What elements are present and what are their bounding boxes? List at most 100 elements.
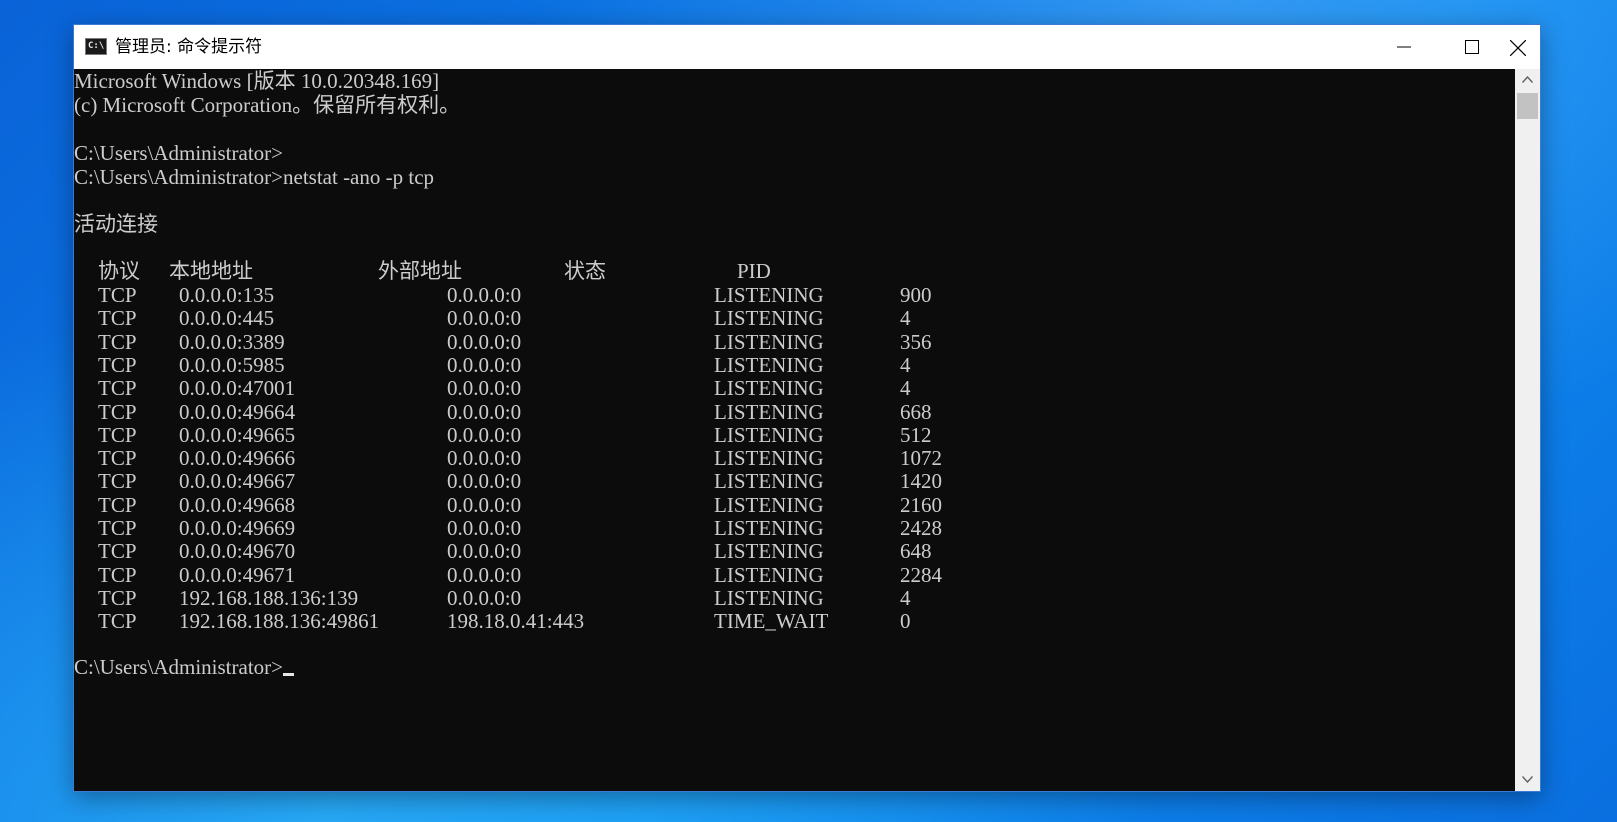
cell-pid: 668 bbox=[900, 400, 932, 424]
cell-foreign-address: 0.0.0.0:0 bbox=[447, 586, 522, 610]
table-row: TCP 0.0.0.0:445 0.0.0.0:0 LISTENING 4 bbox=[74, 306, 1074, 330]
chevron-down-icon bbox=[1522, 776, 1533, 783]
vertical-scrollbar[interactable] bbox=[1515, 69, 1540, 791]
table-row: TCP 0.0.0.0:49665 0.0.0.0:0 LISTENING 512 bbox=[74, 423, 1074, 447]
cell-state: LISTENING bbox=[714, 469, 824, 493]
cell-state: LISTENING bbox=[714, 446, 824, 470]
cell-foreign-address: 0.0.0.0:0 bbox=[447, 516, 522, 540]
cell-local-address: 0.0.0.0:49671 bbox=[179, 563, 296, 587]
cell-local-address: 0.0.0.0:445 bbox=[179, 306, 275, 330]
prompt-line: C:\Users\Administrator> bbox=[74, 141, 283, 165]
cmd-app-icon[interactable]: C:\ bbox=[85, 38, 107, 55]
cell-state: LISTENING bbox=[714, 423, 824, 447]
table-row: TCP 0.0.0.0:3389 0.0.0.0:0 LISTENING 356 bbox=[74, 330, 1074, 354]
cell-local-address: 0.0.0.0:49664 bbox=[179, 400, 296, 424]
cell-foreign-address: 0.0.0.0:0 bbox=[447, 563, 522, 587]
cell-proto: TCP bbox=[98, 400, 137, 424]
scrollbar-thumb[interactable] bbox=[1517, 93, 1538, 119]
cell-proto: TCP bbox=[98, 469, 137, 493]
cell-state: LISTENING bbox=[714, 283, 824, 307]
table-row: TCP 0.0.0.0:49669 0.0.0.0:0 LISTENING 2428 bbox=[74, 516, 1074, 540]
cell-proto: TCP bbox=[98, 330, 137, 354]
cell-proto: TCP bbox=[98, 306, 137, 330]
cell-pid: 4 bbox=[900, 306, 911, 330]
final-prompt-line: C:\Users\Administrator> bbox=[74, 655, 294, 679]
cell-foreign-address: 0.0.0.0:0 bbox=[447, 446, 522, 470]
cell-proto: TCP bbox=[98, 609, 137, 633]
console-output[interactable]: Microsoft Windows [版本 10.0.20348.169] (c… bbox=[74, 69, 1515, 791]
cell-state: TIME_WAIT bbox=[714, 609, 829, 633]
cell-proto: TCP bbox=[98, 446, 137, 470]
cell-local-address: 0.0.0.0:49670 bbox=[179, 539, 296, 563]
cell-foreign-address: 0.0.0.0:0 bbox=[447, 423, 522, 447]
cell-local-address: 0.0.0.0:49667 bbox=[179, 469, 296, 493]
table-row: TCP 0.0.0.0:49671 0.0.0.0:0 LISTENING 2284 bbox=[74, 563, 1074, 587]
cell-proto: TCP bbox=[98, 516, 137, 540]
maximize-button[interactable] bbox=[1438, 25, 1506, 69]
cell-pid: 356 bbox=[900, 330, 932, 354]
cell-proto: TCP bbox=[98, 539, 137, 563]
cell-proto: TCP bbox=[98, 493, 137, 517]
table-row: TCP 0.0.0.0:135 0.0.0.0:0 LISTENING 900 bbox=[74, 283, 1074, 307]
header-state: 状态 bbox=[564, 259, 606, 283]
cell-local-address: 192.168.188.136:139 bbox=[179, 586, 359, 610]
banner-line: Microsoft Windows [版本 10.0.20348.169] bbox=[74, 69, 440, 93]
cell-state: LISTENING bbox=[714, 516, 824, 540]
scroll-up-button[interactable] bbox=[1515, 69, 1540, 91]
cell-pid: 4 bbox=[900, 353, 911, 377]
table-row: TCP 0.0.0.0:49667 0.0.0.0:0 LISTENING 1420 bbox=[74, 469, 1074, 493]
cell-foreign-address: 0.0.0.0:0 bbox=[447, 283, 522, 307]
cell-state: LISTENING bbox=[714, 376, 824, 400]
cell-foreign-address: 0.0.0.0:0 bbox=[447, 330, 522, 354]
table-row: TCP 192.168.188.136:49861 198.18.0.41:443 T… bbox=[74, 609, 1074, 633]
header-foreign-address: 外部地址 bbox=[378, 259, 462, 283]
cell-state: LISTENING bbox=[714, 563, 824, 587]
cell-foreign-address: 0.0.0.0:0 bbox=[447, 493, 522, 517]
cell-proto: TCP bbox=[98, 586, 137, 610]
cell-local-address: 0.0.0.0:49669 bbox=[179, 516, 296, 540]
cell-foreign-address: 0.0.0.0:0 bbox=[447, 376, 522, 400]
cell-proto: TCP bbox=[98, 563, 137, 587]
cell-state: LISTENING bbox=[714, 306, 824, 330]
cell-proto: TCP bbox=[98, 376, 137, 400]
cell-pid: 0 bbox=[900, 609, 911, 633]
cell-local-address: 0.0.0.0:5985 bbox=[179, 353, 285, 377]
cell-local-address: 0.0.0.0:49668 bbox=[179, 493, 296, 517]
cell-local-address: 0.0.0.0:49665 bbox=[179, 423, 296, 447]
header-local-address: 本地地址 bbox=[169, 259, 253, 283]
section-title: 活动连接 bbox=[74, 212, 158, 236]
maximize-icon bbox=[1465, 40, 1479, 54]
cell-state: LISTENING bbox=[714, 539, 824, 563]
cell-pid: 2160 bbox=[900, 493, 942, 517]
cell-pid: 2284 bbox=[900, 563, 942, 587]
cell-foreign-address: 0.0.0.0:0 bbox=[447, 306, 522, 330]
title-bar[interactable]: C:\ 管理员: 命令提示符 bbox=[74, 25, 1540, 69]
cell-foreign-address: 0.0.0.0:0 bbox=[447, 353, 522, 377]
cell-foreign-address: 0.0.0.0:0 bbox=[447, 539, 522, 563]
cell-proto: TCP bbox=[98, 423, 137, 447]
header-pid: PID bbox=[737, 259, 771, 283]
table-header: 协议 本地地址 外部地址 状态 PID bbox=[74, 259, 1074, 283]
table-row: TCP 0.0.0.0:47001 0.0.0.0:0 LISTENING 4 bbox=[74, 376, 1074, 400]
scroll-down-button[interactable] bbox=[1515, 769, 1540, 791]
minimize-button[interactable] bbox=[1370, 25, 1438, 69]
command-prompt-window[interactable]: C:\ 管理员: 命令提示符 Microsoft Windows [版本 10.… bbox=[73, 24, 1541, 792]
cell-state: LISTENING bbox=[714, 400, 824, 424]
close-icon bbox=[1510, 40, 1526, 56]
cell-pid: 1072 bbox=[900, 446, 942, 470]
cmd-app-icon-label: C:\ bbox=[88, 41, 105, 51]
minimize-icon bbox=[1397, 46, 1411, 48]
final-prompt: C:\Users\Administrator> bbox=[74, 655, 283, 679]
cell-pid: 512 bbox=[900, 423, 932, 447]
cell-pid: 1420 bbox=[900, 469, 942, 493]
header-proto: 协议 bbox=[98, 259, 140, 283]
cell-foreign-address: 0.0.0.0:0 bbox=[447, 469, 522, 493]
cell-state: LISTENING bbox=[714, 353, 824, 377]
cell-state: LISTENING bbox=[714, 330, 824, 354]
command-line: C:\Users\Administrator>netstat -ano -p t… bbox=[74, 165, 435, 189]
close-button[interactable] bbox=[1506, 25, 1540, 69]
cell-foreign-address: 198.18.0.41:443 bbox=[447, 609, 585, 633]
window-title: 管理员: 命令提示符 bbox=[115, 37, 263, 57]
cell-pid: 4 bbox=[900, 376, 911, 400]
table-row: TCP 0.0.0.0:5985 0.0.0.0:0 LISTENING 4 bbox=[74, 353, 1074, 377]
